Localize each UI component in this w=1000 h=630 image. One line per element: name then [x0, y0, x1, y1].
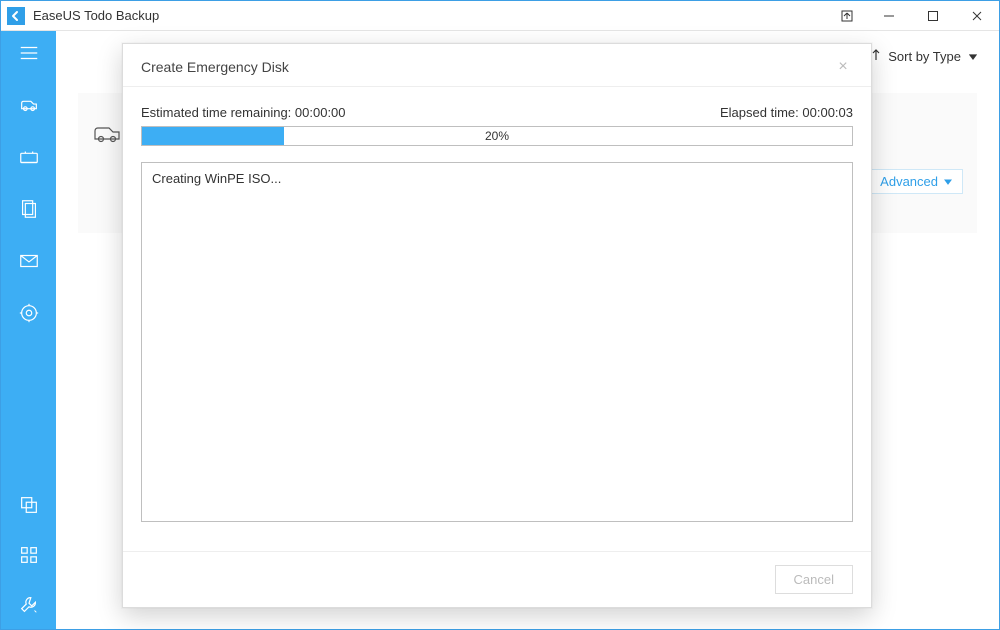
elapsed-text: Elapsed time: 00:00:03: [720, 105, 853, 120]
sidebar: [1, 31, 56, 629]
minimize-button[interactable]: [867, 1, 911, 31]
eta-label: Estimated time remaining:: [141, 105, 291, 120]
dialog-footer: Cancel: [123, 551, 871, 607]
smart-backup-icon[interactable]: [17, 301, 41, 325]
disk-backup-icon[interactable]: [17, 93, 41, 117]
settings-wrench-icon[interactable]: [17, 593, 41, 617]
eta-text: Estimated time remaining: 00:00:00: [141, 105, 346, 120]
dialog-header: Create Emergency Disk ×: [123, 44, 871, 87]
chevron-down-icon: [944, 174, 952, 189]
titlebar: EaseUS Todo Backup: [1, 1, 999, 31]
elapsed-label: Elapsed time:: [720, 105, 799, 120]
progress-label: 20%: [142, 127, 852, 145]
file-backup-icon[interactable]: [17, 197, 41, 221]
progress-bar: 20%: [141, 126, 853, 146]
eta-value: 00:00:00: [295, 105, 346, 120]
app-title: EaseUS Todo Backup: [33, 8, 159, 23]
backup-card-icon: [92, 121, 122, 150]
sort-arrow-icon: [870, 49, 882, 64]
sidebar-bottom: [17, 493, 41, 617]
titlebar-controls: [827, 1, 999, 31]
collapse-button[interactable]: [827, 1, 867, 31]
advanced-button[interactable]: Advanced: [869, 169, 963, 194]
sort-label: Sort by Type: [888, 49, 961, 64]
body: Sort by Type Advanced C: [1, 31, 999, 629]
app-logo-icon: [7, 7, 25, 25]
dialog-title: Create Emergency Disk: [141, 59, 289, 75]
create-emergency-disk-dialog: Create Emergency Disk × Estimated time r…: [122, 43, 872, 608]
clone-icon[interactable]: [17, 493, 41, 517]
mail-backup-icon[interactable]: [17, 249, 41, 273]
dialog-body: Estimated time remaining: 00:00:00 Elaps…: [123, 87, 871, 522]
system-backup-icon[interactable]: [17, 145, 41, 169]
advanced-label: Advanced: [880, 174, 938, 189]
titlebar-left: EaseUS Todo Backup: [1, 7, 159, 25]
log-line: Creating WinPE ISO...: [152, 171, 842, 186]
dialog-close-button[interactable]: ×: [833, 58, 853, 76]
app-window: EaseUS Todo Backup: [0, 0, 1000, 630]
time-row: Estimated time remaining: 00:00:00 Elaps…: [141, 105, 853, 120]
main-area: Sort by Type Advanced C: [56, 31, 999, 629]
chevron-down-icon: [969, 49, 977, 64]
sort-control[interactable]: Sort by Type: [870, 49, 977, 64]
menu-icon[interactable]: [17, 41, 41, 65]
tools-grid-icon[interactable]: [17, 543, 41, 567]
log-output: Creating WinPE ISO...: [141, 162, 853, 522]
cancel-button[interactable]: Cancel: [775, 565, 853, 594]
maximize-button[interactable]: [911, 1, 955, 31]
elapsed-value: 00:00:03: [802, 105, 853, 120]
close-button[interactable]: [955, 1, 999, 31]
